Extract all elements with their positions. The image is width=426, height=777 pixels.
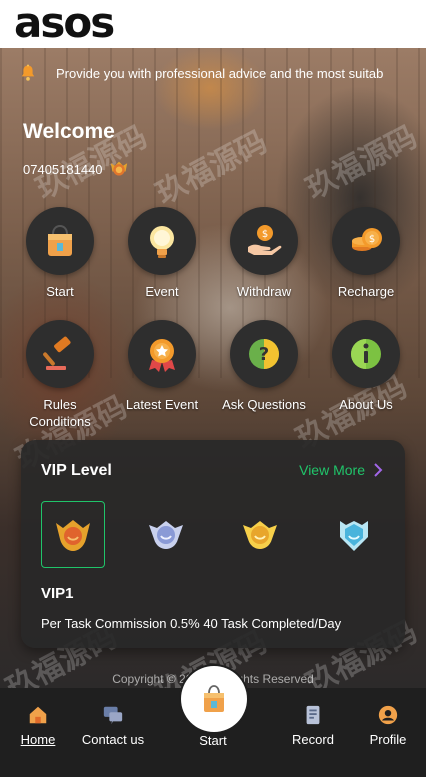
tab-profile-label: Profile <box>369 732 407 747</box>
tab-start-label: Start <box>199 733 227 748</box>
question-icon: ? <box>249 339 279 369</box>
vip1-badge-icon <box>56 519 90 551</box>
vip1-badge[interactable] <box>41 501 105 568</box>
receipt-icon <box>306 705 320 725</box>
tab-contact-us[interactable]: Contact us <box>73 704 153 747</box>
vip-selected-name: VIP1 <box>41 585 74 602</box>
asos-logo[interactable]: asos <box>14 2 115 44</box>
welcome-heading: Welcome <box>23 120 115 143</box>
view-more-link[interactable]: View More <box>299 462 385 478</box>
tab-contact-us-label: Contact us <box>81 732 145 747</box>
vip-description: Per Task Commission 0.5% 40 Task Complet… <box>41 616 342 631</box>
action-start[interactable]: Start <box>10 207 110 300</box>
coin-stack-icon: $ <box>352 228 382 251</box>
vip-level-card: VIP Level View More VIP1 Per Task Commis… <box>21 440 405 648</box>
tab-record[interactable]: Record <box>273 704 353 747</box>
action-latest-event[interactable]: Latest Event <box>112 320 212 413</box>
notice-marquee[interactable]: Provide you with professional advice and… <box>0 58 426 88</box>
svg-text:$: $ <box>369 234 375 245</box>
tab-profile[interactable]: Profile <box>348 704 426 747</box>
action-about-us[interactable]: About Us <box>316 320 416 413</box>
view-more-label: View More <box>299 462 365 478</box>
shopping-bag-icon <box>204 685 224 712</box>
lightbulb-icon <box>150 226 174 258</box>
user-phone: 07405181440 <box>23 160 129 178</box>
chat-icon <box>103 706 123 725</box>
info-icon <box>351 339 381 369</box>
vip2-badge[interactable] <box>134 501 198 568</box>
vip3-badge-icon <box>243 520 277 549</box>
action-rules-conditions[interactable]: Rules Conditions <box>10 320 110 430</box>
notice-text: Provide you with professional advice and… <box>56 65 384 81</box>
gavel-icon <box>43 336 71 370</box>
home-icon <box>29 706 47 724</box>
action-event[interactable]: Event <box>112 207 212 300</box>
award-ribbon-icon <box>149 339 175 372</box>
vip-title: VIP Level <box>41 462 112 479</box>
tab-home-label: Home <box>20 732 56 747</box>
svg-text:$: $ <box>262 229 268 240</box>
vip4-badge[interactable] <box>322 501 386 568</box>
tab-record-label: Record <box>292 732 334 747</box>
action-withdraw[interactable]: $ Withdraw <box>214 207 314 300</box>
action-ask-questions[interactable]: ? Ask Questions <box>214 320 314 413</box>
bell-icon <box>21 64 35 81</box>
user-icon <box>378 705 398 725</box>
tab-home[interactable]: Home <box>0 704 78 747</box>
vip4-badge-icon <box>340 520 368 551</box>
start-center-button[interactable] <box>181 666 247 732</box>
svg-text:?: ? <box>259 344 269 365</box>
shopping-bag-icon <box>48 224 72 256</box>
phone-number: 07405181440 <box>23 161 103 177</box>
action-recharge[interactable]: $ Recharge <box>316 207 416 300</box>
header-bar: asos <box>0 0 426 48</box>
vip-medal-icon <box>110 161 127 176</box>
vip2-badge-icon <box>149 520 183 549</box>
hand-coin-icon: $ <box>248 225 282 255</box>
vip3-badge[interactable] <box>228 501 292 568</box>
chevron-right-icon <box>374 463 383 477</box>
